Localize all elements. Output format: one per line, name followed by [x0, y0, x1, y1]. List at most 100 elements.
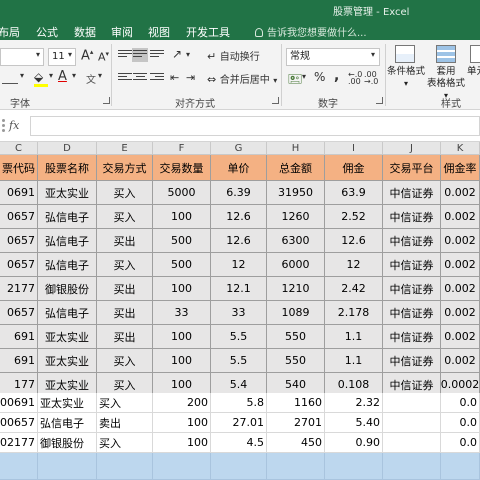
cell-e-r6[interactable]: 买出 — [97, 301, 153, 325]
phonetic-icon[interactable]: 文 — [86, 71, 96, 86]
tab-review[interactable]: 审阅 — [111, 24, 133, 40]
cell-d-r1[interactable]: 亚太实业 — [38, 181, 97, 205]
cell-i-r4[interactable]: 12 — [325, 253, 383, 277]
cell-i-r10[interactable]: 2.32 — [325, 393, 383, 413]
cell-h-r13[interactable] — [267, 453, 325, 480]
cell-i-r0[interactable]: 佣金 — [325, 155, 383, 181]
cell-d-r7[interactable]: 亚太实业 — [38, 325, 97, 349]
number-format-box[interactable]: 常规 — [286, 48, 380, 66]
cell-c-r12[interactable]: 002177 — [0, 433, 38, 453]
cell-d-r10[interactable]: 亚太实业 — [38, 393, 97, 413]
cell-i-r1[interactable]: 63.9 — [325, 181, 383, 205]
cell-j-r8[interactable]: 中信证券 — [383, 349, 441, 373]
cell-k-r6[interactable]: 0.002 — [441, 301, 480, 325]
column-header-i[interactable]: I — [325, 142, 383, 155]
borders-dropdown-icon[interactable]: ▾ — [20, 71, 24, 80]
cell-j-r4[interactable]: 中信证券 — [383, 253, 441, 277]
orientation-dropdown-icon[interactable]: ▾ — [186, 50, 190, 59]
cell-d-r13[interactable] — [38, 453, 97, 480]
cell-d-r6[interactable]: 弘信电子 — [38, 301, 97, 325]
cell-e-r8[interactable]: 买入 — [97, 349, 153, 373]
font-color-dropdown-icon[interactable]: ▾ — [72, 71, 76, 80]
cell-i-r8[interactable]: 1.1 — [325, 349, 383, 373]
cell-e-r7[interactable]: 买出 — [97, 325, 153, 349]
cell-c-r5[interactable]: 2177 — [0, 277, 38, 301]
cell-f-r3[interactable]: 500 — [153, 229, 211, 253]
cell-k-r13[interactable] — [441, 453, 480, 480]
cell-e-r10[interactable]: 买入 — [97, 393, 153, 413]
cell-e-r13[interactable] — [97, 453, 153, 480]
cell-i-r2[interactable]: 2.52 — [325, 205, 383, 229]
cell-f-r6[interactable]: 33 — [153, 301, 211, 325]
cell-f-r2[interactable]: 100 — [153, 205, 211, 229]
cell-f-r0[interactable]: 交易数量 — [153, 155, 211, 181]
decrease-decimal-icon[interactable]: .00 →.0 — [364, 71, 378, 86]
cell-k-r10[interactable]: 0.0 — [441, 393, 480, 413]
tab-formulas[interactable]: 公式 — [36, 24, 58, 40]
align-top-icon[interactable] — [117, 48, 133, 62]
cell-f-r13[interactable] — [153, 453, 211, 480]
cell-d-r5[interactable]: 御银股份 — [38, 277, 97, 301]
cell-i-r3[interactable]: 12.6 — [325, 229, 383, 253]
column-header-h[interactable]: H — [267, 142, 325, 155]
align-bottom-icon[interactable] — [149, 48, 165, 62]
font-color-icon[interactable]: A — [58, 69, 67, 84]
decrease-indent-icon[interactable]: ⇤ — [170, 71, 179, 84]
align-left-icon[interactable] — [117, 71, 133, 85]
cell-k-r2[interactable]: 0.002 — [441, 205, 480, 229]
cell-c-r7[interactable]: 691 — [0, 325, 38, 349]
cell-c-r6[interactable]: 0657 — [0, 301, 38, 325]
merge-center-button[interactable]: ⇔ 合并后居中 ▾ — [207, 71, 277, 86]
cell-g-r11[interactable]: 27.01 — [211, 413, 267, 433]
align-middle-icon[interactable] — [132, 48, 148, 62]
cell-j-r13[interactable] — [383, 453, 441, 480]
cell-f-r7[interactable]: 100 — [153, 325, 211, 349]
cell-e-r1[interactable]: 买入 — [97, 181, 153, 205]
formula-input[interactable] — [30, 116, 480, 136]
cell-i-r12[interactable]: 0.90 — [325, 433, 383, 453]
phonetic-dropdown-icon[interactable]: ▾ — [98, 71, 102, 80]
cell-k-r8[interactable]: 0.002 — [441, 349, 480, 373]
cell-h-r4[interactable]: 6000 — [267, 253, 325, 277]
column-header-e[interactable]: E — [97, 142, 153, 155]
number-launcher-icon[interactable] — [376, 97, 383, 104]
tab-view[interactable]: 视图 — [148, 24, 170, 40]
font-launcher-icon[interactable] — [103, 97, 110, 104]
column-header-g[interactable]: G — [211, 142, 267, 155]
cell-h-r1[interactable]: 31950 — [267, 181, 325, 205]
cell-f-r10[interactable]: 200 — [153, 393, 211, 413]
accounting-format-icon[interactable]: 🖭 — [288, 70, 302, 91]
align-right-icon[interactable] — [149, 71, 165, 85]
cell-j-r10[interactable] — [383, 393, 441, 413]
cell-styles-button[interactable]: 单元 — [467, 66, 480, 78]
cell-e-r0[interactable]: 交易方式 — [97, 155, 153, 181]
cell-e-r11[interactable]: 卖出 — [97, 413, 153, 433]
cell-h-r3[interactable]: 6300 — [267, 229, 325, 253]
comma-style-button[interactable]: , — [334, 68, 339, 84]
cell-f-r12[interactable]: 100 — [153, 433, 211, 453]
cell-k-r4[interactable]: 0.002 — [441, 253, 480, 277]
cell-d-r8[interactable]: 亚太实业 — [38, 349, 97, 373]
cell-i-r11[interactable]: 5.40 — [325, 413, 383, 433]
cell-j-r1[interactable]: 中信证券 — [383, 181, 441, 205]
cell-g-r1[interactable]: 6.39 — [211, 181, 267, 205]
grow-font-icon[interactable]: A▴ — [81, 48, 93, 63]
fill-dropdown-icon[interactable]: ▾ — [49, 71, 53, 80]
percent-style-button[interactable]: % — [314, 70, 325, 84]
shrink-font-icon[interactable]: A▾ — [98, 50, 109, 64]
cell-k-r11[interactable]: 0.0 — [441, 413, 480, 433]
cell-f-r5[interactable]: 100 — [153, 277, 211, 301]
cell-k-r0[interactable]: 佣金率 — [441, 155, 480, 181]
cell-h-r5[interactable]: 1210 — [267, 277, 325, 301]
cell-j-r2[interactable]: 中信证券 — [383, 205, 441, 229]
cell-i-r13[interactable] — [325, 453, 383, 480]
number-format-dropdown-icon[interactable]: ▾ — [371, 50, 375, 59]
cell-h-r12[interactable]: 450 — [267, 433, 325, 453]
cell-c-r13[interactable] — [0, 453, 38, 480]
tell-me-search[interactable]: 告诉我您想要做什么... — [255, 24, 367, 39]
column-header-j[interactable]: J — [383, 142, 441, 155]
cell-c-r8[interactable]: 691 — [0, 349, 38, 373]
alignment-launcher-icon[interactable] — [272, 97, 279, 104]
cell-k-r5[interactable]: 0.002 — [441, 277, 480, 301]
increase-decimal-icon[interactable]: ←.0.00 — [348, 71, 362, 86]
